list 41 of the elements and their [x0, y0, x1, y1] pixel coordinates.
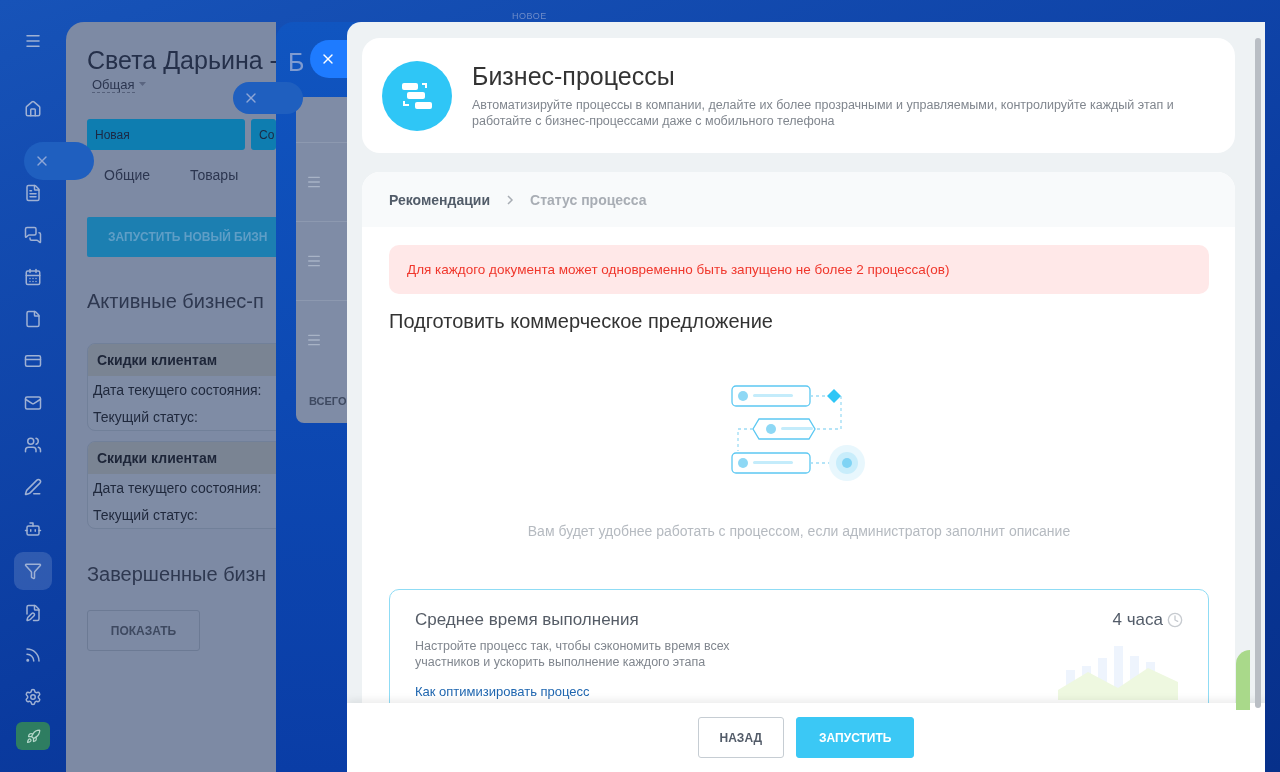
contact-title: Света Дарьина - — [87, 46, 276, 75]
decoration-drawing — [1236, 650, 1250, 710]
tab[interactable]: Общие — [104, 167, 151, 183]
drag-handle-icon[interactable] — [306, 253, 322, 269]
process-name: Скидки клиентам — [88, 344, 276, 376]
process-title: Подготовить коммерческое предложение — [389, 310, 774, 333]
optimize-link[interactable]: Как оптимизировать процесс — [415, 684, 590, 699]
category-dropdown[interactable]: Общая — [92, 77, 135, 93]
slider-description: Автоматизируйте процессы в компании, делайте их более прозрачными и управляемыми, контролируйте каждый этап и работайте с бизнес-процессами даже с мобильного телефона — [472, 97, 1175, 129]
breadcrumb-item[interactable]: Статус процесса — [530, 191, 647, 208]
caret-icon — [138, 82, 146, 86]
section-label: НОВОЕ — [512, 11, 547, 21]
tab[interactable]: Товары — [190, 167, 239, 183]
stage-step[interactable]: Со — [251, 119, 276, 150]
stat-value: 4 часа — [1112, 610, 1163, 630]
process-name: Скидки клиентам — [88, 442, 276, 474]
status-label: Текущий статус: — [92, 506, 199, 525]
stat-description: Настройте процесс так, чтобы сэкономить время всех участников и ускорить выполнение каждого этапа — [415, 638, 731, 670]
empty-description: Вам будет удобнее работать с процессом, если администратор заполнит описание — [526, 523, 1072, 539]
section-heading: Активные бизнес-п — [87, 290, 265, 313]
rocket-icon[interactable] — [16, 722, 50, 750]
limit-alert: Для каждого документа может одновременно быть запущено не более 2 процесса(ов) — [389, 245, 1209, 294]
drag-handle-icon[interactable] — [306, 174, 322, 190]
back-button[interactable]: НАЗАД — [697, 717, 785, 758]
clock-icon — [1167, 612, 1183, 628]
stat-title: Среднее время выполнения — [415, 610, 639, 630]
breadcrumb-item[interactable]: Рекомендации — [389, 191, 491, 208]
panel-title: Б — [288, 48, 305, 77]
total-label: ВСЕГО — [308, 394, 348, 409]
scrollbar[interactable] — [1255, 38, 1261, 708]
filter-icon[interactable] — [14, 552, 52, 590]
slider-title: Бизнес-процессы — [472, 62, 676, 91]
stage-step[interactable]: Новая — [87, 119, 245, 150]
show-button[interactable]: ПОКАЗАТЬ — [87, 610, 200, 651]
chevron-icon — [506, 193, 515, 206]
date-label: Дата текущего состояния: — [92, 479, 263, 498]
start-button[interactable]: ЗАПУСТИТЬ — [796, 717, 915, 758]
status-label: Текущий статус: — [92, 408, 199, 427]
drag-handle-icon[interactable] — [306, 332, 322, 348]
section-heading: Завершенные бизн — [87, 563, 267, 586]
date-label: Дата текущего состояния: — [92, 381, 263, 400]
